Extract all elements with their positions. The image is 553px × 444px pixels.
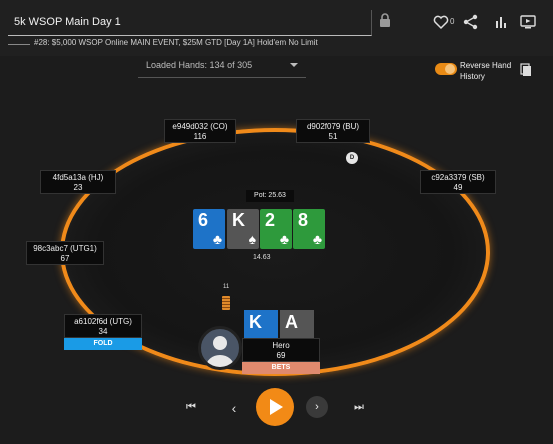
play-icon [270,399,283,415]
chevron-down-icon [290,63,298,67]
tournament-subtitle: #28: $5,000 WSOP Online MAIN EVENT, $25M… [34,38,318,47]
top-bar: 5k WSOP Main Day 1 #28: $5,000 WSOP Onli… [0,0,553,56]
loaded-hands-dropdown[interactable]: Loaded Hands: 134 of 305 [138,56,306,78]
first-hand-button[interactable]: ⏮ [184,401,198,414]
seat-bu[interactable]: d902f079 (BU) 51 [296,119,370,143]
seat-utg[interactable]: a6102f6d (UTG) 34 [64,314,142,338]
session-title: 5k WSOP Main Day 1 [14,16,121,28]
hero-card: A [280,310,314,338]
board-card: 2 ♣ [260,209,292,249]
pot-label: Pot: 25.63 [246,190,294,202]
user-icon [206,336,234,367]
prev-step-button[interactable]: ‹ [228,400,240,416]
last-hand-button[interactable]: ⏭ [352,401,366,414]
seat-co[interactable]: e949d032 (CO) 116 [164,119,236,143]
heart-icon[interactable] [432,13,450,31]
hero-bet-amount: 11 [223,284,230,290]
hero-card: K [244,310,278,338]
seat-sb[interactable]: c92a3379 (SB) 49 [420,170,496,194]
stats-icon[interactable] [492,13,510,31]
subtitle-divider [8,44,30,45]
reverse-history-label: Reverse Hand History [460,61,512,81]
pot-amount: 14.63 [253,254,271,261]
toggle-knob [445,64,455,74]
lock-icon[interactable] [378,12,392,28]
share-icon[interactable] [462,13,480,31]
seat-hj[interactable]: 4fd5a13a (HJ) 23 [40,170,116,194]
session-title-field[interactable]: 5k WSOP Main Day 1 [8,10,372,36]
seat-hero[interactable]: Hero 69 [242,338,320,362]
seat-utg1[interactable]: 98c3abc7 (UTG1) 67 [26,241,104,265]
play-button[interactable] [256,388,294,426]
video-icon[interactable] [519,13,537,31]
reverse-history-toggle[interactable] [435,63,457,75]
board-card: 8 ♣ [293,209,325,249]
board-card: 6 ♣ [193,209,225,249]
board-card: K ♠ [227,209,259,249]
copy-icon[interactable] [520,63,532,77]
loaded-hands-label: Loaded Hands: 134 of 305 [146,60,253,70]
hero-avatar [198,326,242,370]
bets-badge: BETS [242,362,320,374]
dealer-button: D [346,152,358,164]
like-count: 0 [450,17,455,26]
chip-stack-icon [222,296,230,310]
next-step-button[interactable]: › [306,396,328,418]
fold-badge: FOLD [64,338,142,350]
